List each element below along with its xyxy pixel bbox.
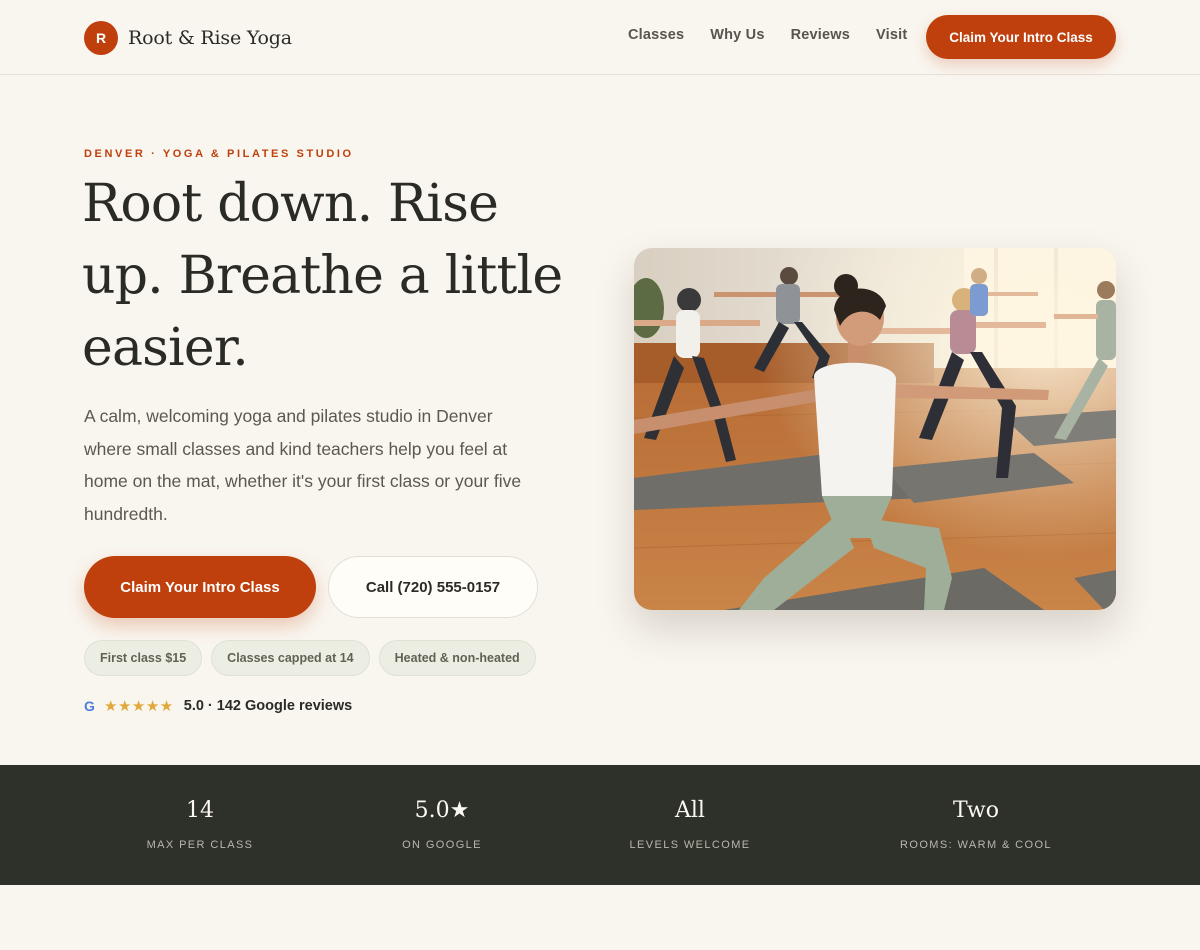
- rating-text: 5.0 · 142 Google reviews: [183, 698, 353, 714]
- call-phone-button[interactable]: Call (720) 555-0157: [328, 556, 538, 618]
- chip-class-cap: Classes capped at 14: [211, 640, 370, 676]
- hero-description: A calm, welcoming yoga and pilates studi…: [84, 406, 522, 524]
- stats-band: 14 MAX PER CLASS 5.0★ ON GOOGLE All LEVE…: [0, 765, 1200, 885]
- hero-photo-yoga-class: [634, 248, 1116, 610]
- star-rating-icon: ★★★★★: [104, 698, 174, 715]
- chip-first-class-price: First class $15: [84, 640, 203, 676]
- stat-label: ON GOOGLE: [402, 839, 482, 851]
- chip-heated-options: Heated & non-heated: [378, 640, 536, 676]
- nav-link-why-us[interactable]: Why Us: [710, 27, 764, 43]
- stat-value: Two: [953, 798, 999, 823]
- google-icon: G: [84, 698, 95, 714]
- nav-link-visit[interactable]: Visit: [876, 27, 907, 43]
- stat-max-per-class: 14 MAX PER CLASS: [147, 765, 254, 885]
- google-rating: G ★★★★★ 5.0 · 142 Google reviews: [84, 697, 352, 715]
- logo-mark: R: [84, 21, 118, 55]
- feature-chips: First class $15 Classes capped at 14 Hea…: [84, 640, 545, 676]
- hero-eyebrow: DENVER · YOGA & PILATES STUDIO: [84, 148, 354, 160]
- brand-logo[interactable]: R Root & Rise Yoga: [84, 21, 292, 55]
- stat-levels: All LEVELS WELCOME: [629, 765, 750, 885]
- stat-value: All: [675, 798, 705, 823]
- stat-google-rating: 5.0★ ON GOOGLE: [402, 765, 482, 885]
- claim-intro-class-button[interactable]: Claim Your Intro Class: [84, 556, 316, 618]
- header-cta-button[interactable]: Claim Your Intro Class: [926, 15, 1116, 59]
- stat-label: LEVELS WELCOME: [629, 839, 751, 851]
- stat-label: ROOMS: WARM & COOL: [900, 839, 1052, 851]
- nav-link-reviews[interactable]: Reviews: [791, 27, 850, 43]
- stat-rooms: Two ROOMS: WARM & COOL: [900, 765, 1052, 885]
- primary-nav: Classes Why Us Reviews Visit: [628, 27, 933, 43]
- hero-headline: Root down. Rise up. Breathe a little eas…: [82, 174, 563, 378]
- nav-link-classes[interactable]: Classes: [628, 27, 684, 43]
- stat-value: 14: [186, 798, 214, 823]
- brand-name: Root & Rise Yoga: [128, 27, 292, 49]
- site-header: R Root & Rise Yoga Classes Why Us Review…: [0, 0, 1200, 75]
- stat-label: MAX PER CLASS: [146, 839, 254, 851]
- stat-value: 5.0★: [414, 798, 470, 823]
